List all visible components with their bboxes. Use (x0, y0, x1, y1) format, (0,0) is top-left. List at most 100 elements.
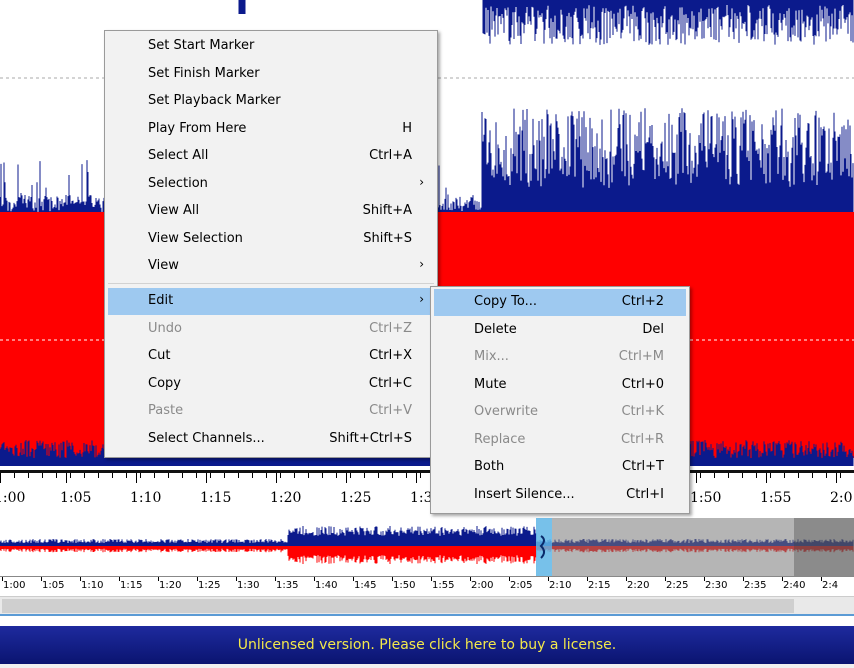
ruler-time-label: 1:50 (690, 490, 722, 506)
menu-item-cut[interactable]: Cut Ctrl+X (108, 343, 434, 370)
menu-item-set-playback-marker[interactable]: Set Playback Marker (108, 88, 434, 115)
menu-item-label: Cut (148, 348, 171, 363)
menu-separator (108, 283, 434, 284)
ruler-time-label: 1:20 (270, 490, 302, 506)
menu-item-view-all[interactable]: View All Shift+A (108, 198, 434, 225)
submenu-item-label: Insert Silence... (474, 486, 575, 502)
main-time-ruler[interactable]: 1:001:051:101:151:201:251:31:501:552:0 (0, 470, 854, 519)
ruler-minor-tick (350, 473, 351, 478)
menu-item-view[interactable]: View › (108, 253, 434, 280)
ruler-major-tick (836, 473, 837, 483)
ruler-time-label: 1:15 (200, 490, 232, 506)
ruler-minor-tick (756, 473, 757, 478)
ruler-minor-tick (196, 473, 197, 478)
overview-time-label: 2:10 (549, 580, 572, 591)
overview-waveform[interactable] (0, 516, 854, 576)
ruler-minor-tick (84, 473, 85, 478)
menu-item-shortcut: Ctrl+Z (369, 321, 412, 336)
menu-item-undo[interactable]: Undo Ctrl+Z (108, 316, 434, 343)
menu-item-select-all[interactable]: Select All Ctrl+A (108, 143, 434, 170)
ruler-minor-tick (42, 473, 43, 478)
submenu-item-overwrite[interactable]: Overwrite Ctrl+K (434, 399, 686, 426)
ruler-minor-tick (112, 473, 113, 478)
ruler-time-label: 2:0 (830, 490, 853, 506)
menu-item-label: Undo (148, 321, 182, 336)
ruler-time-label: 1:00 (0, 490, 26, 506)
submenu-item-shortcut: Ctrl+R (620, 431, 664, 447)
menu-item-paste[interactable]: Paste Ctrl+V (108, 398, 434, 425)
ruler-minor-tick (812, 473, 813, 478)
ruler-time-label: 1:55 (760, 490, 792, 506)
submenu-item-label: Delete (474, 321, 517, 337)
ruler-minor-tick (14, 473, 15, 478)
overview-playhead-handle[interactable] (536, 518, 552, 576)
ruler-minor-tick (238, 473, 239, 478)
submenu-item-mix[interactable]: Mix... Ctrl+M (434, 344, 686, 371)
ruler-major-tick (276, 473, 277, 483)
submenu-item-both[interactable]: Both Ctrl+T (434, 454, 686, 481)
chevron-right-icon: › (419, 175, 424, 189)
overview-time-label: 1:55 (432, 580, 455, 591)
ruler-time-label: 1:10 (130, 490, 162, 506)
menu-item-label: Selection (148, 176, 208, 191)
submenu-item-shortcut: Del (642, 321, 664, 337)
submenu-item-insert-silence[interactable]: Insert Silence... Ctrl+I (434, 482, 686, 509)
submenu-item-mute[interactable]: Mute Ctrl+0 (434, 372, 686, 399)
ruler-major-tick (696, 473, 697, 483)
submenu-item-shortcut: Ctrl+K (621, 404, 664, 419)
menu-item-play-from-here[interactable]: Play From Here H (108, 116, 434, 143)
ruler-minor-tick (28, 473, 29, 478)
overview-time-label: 2:15 (588, 580, 611, 591)
menu-item-label: Copy (148, 376, 181, 391)
ruler-minor-tick (280, 473, 281, 478)
menu-item-label: Set Start Marker (148, 38, 255, 53)
ruler-minor-tick (728, 473, 729, 478)
ruler-minor-tick (154, 473, 155, 478)
ruler-minor-tick (798, 473, 799, 478)
chevron-right-icon: › (419, 257, 424, 271)
ruler-minor-tick (224, 473, 225, 478)
submenu-item-copy-to[interactable]: Copy To... Ctrl+2 (434, 289, 686, 316)
scrollbar-thumb[interactable] (2, 599, 794, 613)
ruler-major-tick (416, 473, 417, 483)
ruler-minor-tick (378, 473, 379, 478)
license-banner[interactable]: Unlicensed version. Please click here to… (0, 626, 854, 664)
ruler-minor-tick (406, 473, 407, 478)
menu-item-shortcut: Ctrl+X (369, 348, 412, 363)
ruler-minor-tick (126, 473, 127, 478)
ruler-minor-tick (322, 473, 323, 478)
overview-time-label: 2:05 (510, 580, 533, 591)
license-banner-text[interactable]: Unlicensed version. Please click here to… (238, 637, 616, 653)
overview-time-label: 1:35 (276, 580, 299, 591)
ruler-minor-tick (364, 473, 365, 478)
menu-item-label: Play From Here (148, 121, 247, 136)
menu-item-view-selection[interactable]: View Selection Shift+S (108, 226, 434, 253)
overview-time-label: 1:30 (237, 580, 260, 591)
ruler-minor-tick (826, 473, 827, 478)
submenu-item-label: Overwrite (474, 404, 538, 419)
submenu-item-replace[interactable]: Replace Ctrl+R (434, 427, 686, 454)
menu-item-selection[interactable]: Selection › (108, 171, 434, 198)
ruler-minor-tick (308, 473, 309, 478)
ruler-minor-tick (182, 473, 183, 478)
menu-item-set-finish-marker[interactable]: Set Finish Marker (108, 61, 434, 88)
overview-time-label: 1:40 (315, 580, 338, 591)
menu-item-set-start-marker[interactable]: Set Start Marker (108, 33, 434, 60)
menu-item-copy[interactable]: Copy Ctrl+C (108, 371, 434, 398)
menu-item-shortcut: Shift+S (363, 231, 412, 246)
edit-submenu: Copy To... Ctrl+2 Delete Del Mix... Ctrl+M Mut… (430, 286, 690, 514)
submenu-item-label: Copy To... (474, 294, 537, 309)
ruler-major-tick (136, 473, 137, 483)
menu-item-label: View All (148, 203, 200, 218)
submenu-item-delete[interactable]: Delete Del (434, 317, 686, 344)
submenu-item-label: Mix... (474, 349, 509, 364)
menu-item-edit[interactable]: Edit › (108, 288, 434, 315)
overview-time-label: 2:4 (822, 580, 839, 591)
menu-item-shortcut: Shift+Ctrl+S (329, 431, 412, 446)
menu-item-label: Edit (148, 293, 174, 308)
overview-time-label: 1:50 (393, 580, 416, 591)
horizontal-scrollbar[interactable] (0, 596, 854, 615)
overview-time-label: 1:20 (159, 580, 182, 591)
overview-time-label: 1:00 (3, 580, 26, 591)
menu-item-select-channels[interactable]: Select Channels... Shift+Ctrl+S (108, 426, 434, 453)
